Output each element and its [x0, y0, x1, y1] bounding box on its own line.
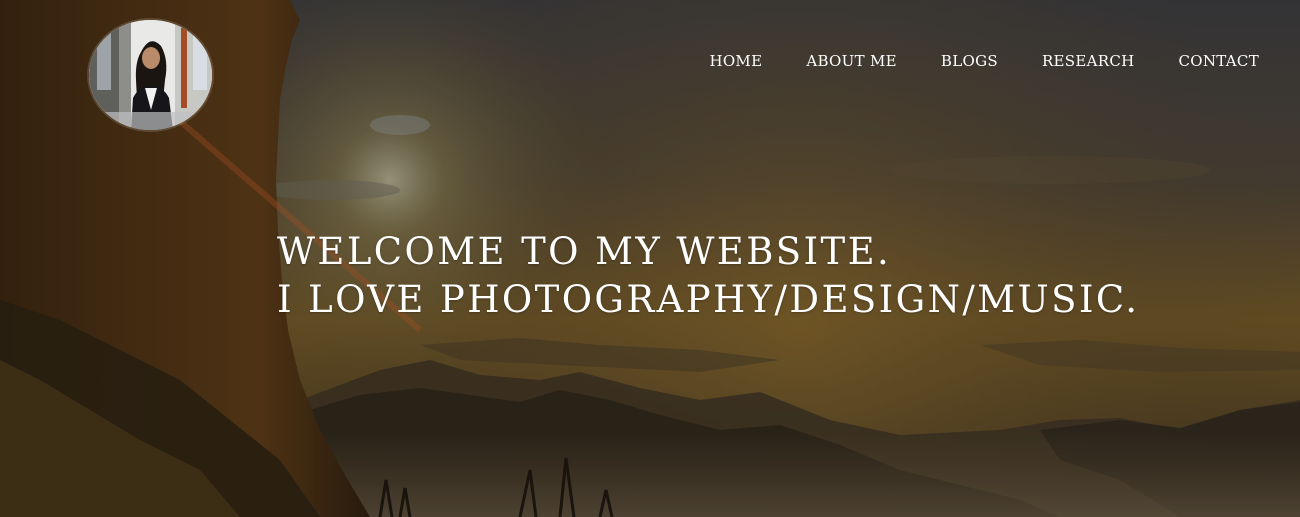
- profile-avatar[interactable]: [89, 20, 212, 130]
- nav-item-about-me[interactable]: ABOUT ME: [806, 52, 897, 70]
- nav-item-research[interactable]: RESEARCH: [1042, 52, 1135, 70]
- main-navigation: HOME ABOUT ME BLOGS RESEARCH CONTACT: [709, 50, 1259, 72]
- hero-headline: WELCOME TO MY WEBSITE. I LOVE PHOTOGRAPH…: [277, 228, 1139, 324]
- hero-headline-line-2: I LOVE PHOTOGRAPHY/DESIGN/MUSIC.: [277, 278, 1140, 321]
- profile-photo-icon: [89, 20, 212, 130]
- hero-banner: HOME ABOUT ME BLOGS RESEARCH CONTACT WEL…: [0, 0, 1300, 517]
- nav-item-home[interactable]: HOME: [709, 52, 762, 70]
- nav-item-contact[interactable]: CONTACT: [1179, 52, 1260, 70]
- nav-item-blogs[interactable]: BLOGS: [941, 52, 998, 70]
- hero-headline-line-1: WELCOME TO MY WEBSITE.: [277, 230, 892, 273]
